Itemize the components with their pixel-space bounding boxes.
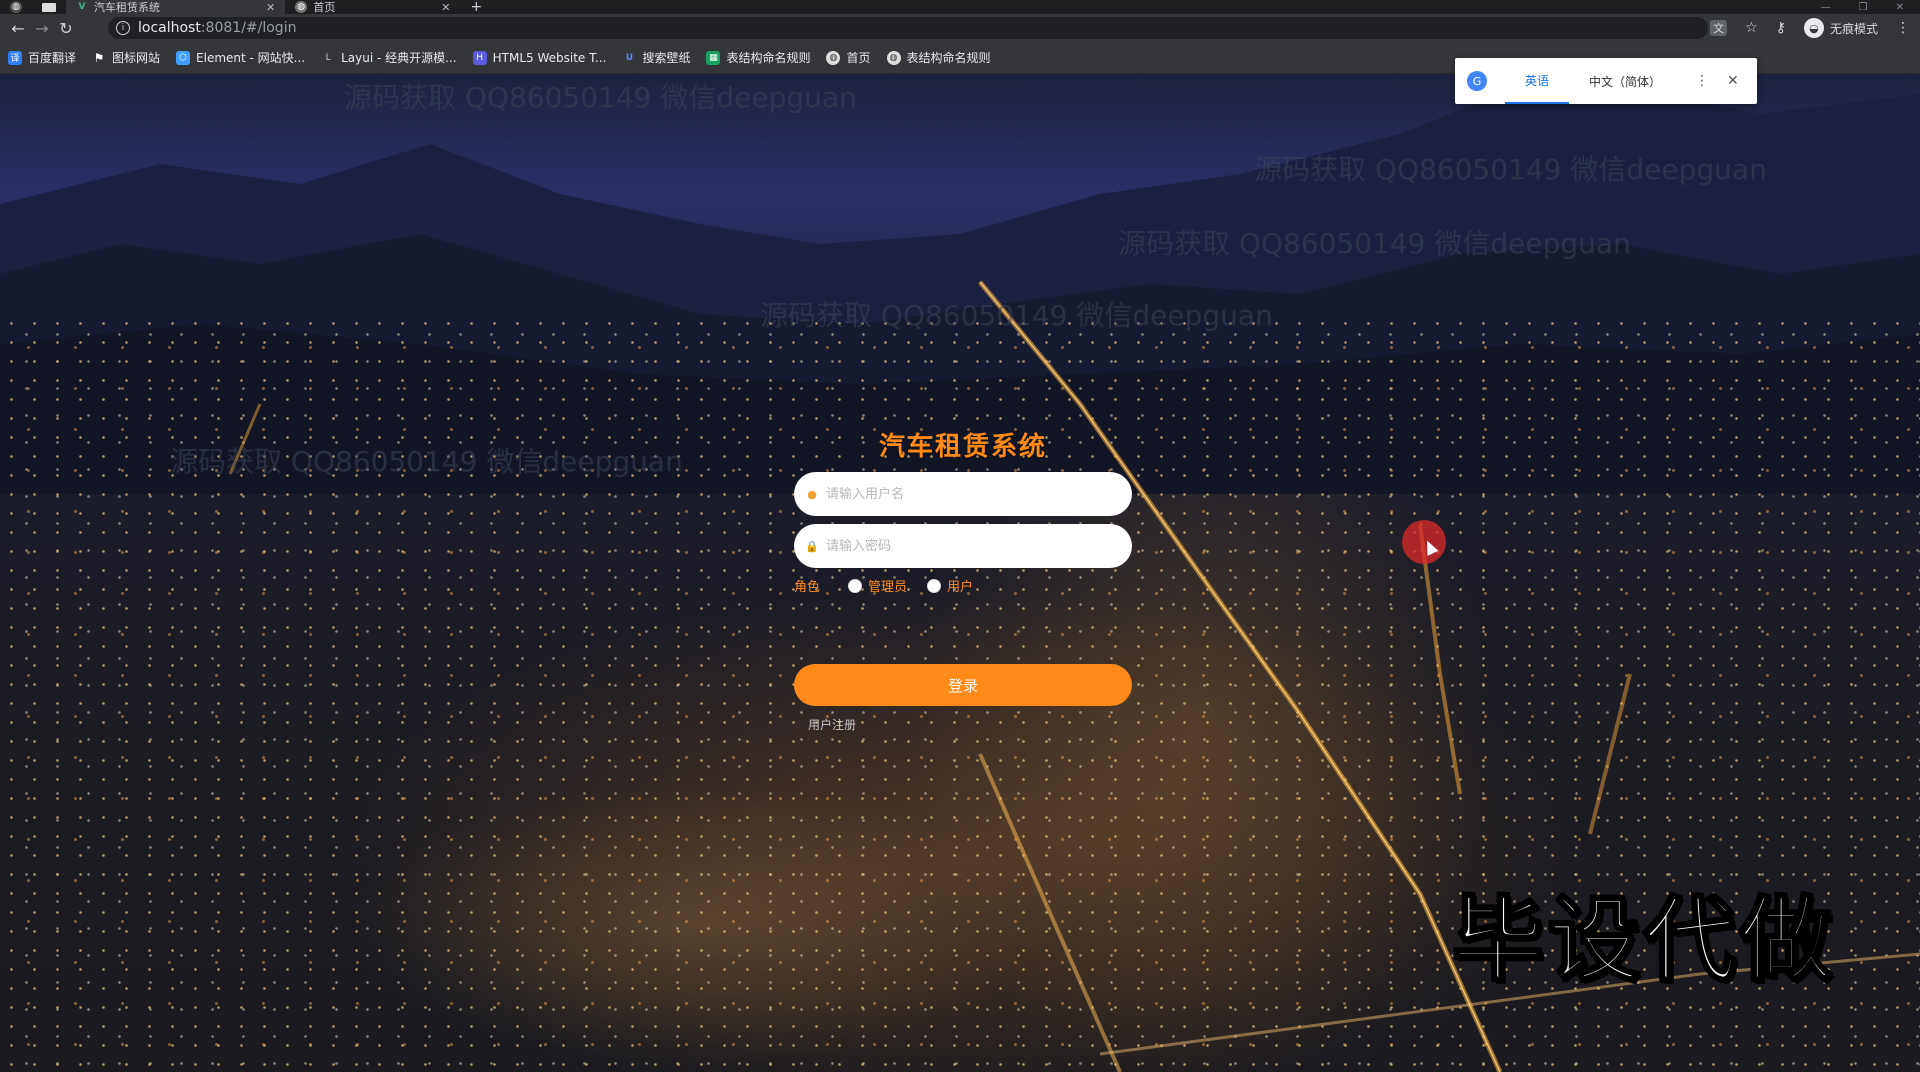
url-host: localhost [138, 20, 201, 36]
globe-icon: ◍ [295, 1, 308, 13]
key-icon[interactable]: ⚷ [1776, 20, 1786, 36]
element-logo-icon: ⬡ [176, 50, 191, 65]
radio-circle[interactable] [848, 578, 863, 593]
wallpaper-logo-icon: U [625, 52, 634, 63]
watermark: 源码获取 QQ86050149 微信deepguan [760, 299, 1273, 332]
bookmark-star-icon[interactable]: ☆ [1745, 20, 1758, 36]
tab-strip: ◍ V 汽车租赁系统 ✕ ◍ 首页 ✕ + — ❐ ✕ [0, 0, 1920, 15]
vue-logo-icon: V [78, 2, 86, 12]
login-page: 源码获取 QQ86050149 微信deepguan 源码获取 QQ860501… [0, 74, 1920, 1072]
tab-home[interactable]: ◍ 首页 ✕ [285, 0, 460, 14]
translate-close-icon[interactable]: ✕ [1727, 73, 1739, 89]
translate-option-chinese[interactable]: 中文（简体） [1569, 58, 1681, 104]
tab-overview[interactable] [32, 0, 66, 14]
watermark: 源码获取 QQ86050149 微信deepguan [1118, 227, 1631, 260]
window-icon [42, 2, 56, 12]
watermark: 源码获取 QQ86050149 微信deepguan [344, 81, 857, 114]
system-title: 汽车租赁系统 [878, 432, 1047, 462]
site-info-icon[interactable]: i [116, 21, 130, 35]
password-field[interactable]: 🔒 [794, 524, 1132, 568]
tab-title: 汽车租赁系统 [94, 1, 160, 14]
role-option-label: 管理员 [868, 580, 908, 595]
url-path: :8081/#/login [200, 20, 297, 36]
bookmark-item[interactable]: ◍ 表结构命名规则 [886, 49, 991, 66]
login-button[interactable]: 登录 [794, 664, 1132, 706]
close-window-icon[interactable]: ✕ [1896, 2, 1904, 13]
new-tab-button[interactable]: + [460, 0, 492, 15]
user-icon: ● [807, 487, 817, 501]
back-icon[interactable]: ← [6, 19, 30, 38]
bookmark-item[interactable]: ⚑ 图标网站 [92, 49, 160, 66]
promo-overlay: 毕设代做 [1450, 886, 1837, 996]
reload-icon[interactable]: ↻ [54, 19, 78, 38]
translate-icon[interactable]: 文 [1710, 20, 1728, 36]
bookmark-item[interactable]: U 搜索壁纸 [622, 49, 691, 66]
window-controls: — ❐ ✕ [1821, 0, 1920, 14]
translate-more-icon[interactable]: ⋮ [1695, 73, 1709, 89]
sheet-icon: ▦ [706, 50, 721, 65]
role-option-label: 用户 [947, 580, 974, 595]
browser-toolbar: ← → ↻ i localhost:8081/#/login 文 ☆ ⚷ ◒ 无… [0, 14, 1920, 42]
translate-option-english[interactable]: 英语 [1505, 58, 1570, 104]
html5-logo-icon: H [472, 50, 487, 65]
bookmark-item[interactable]: ▦ 表结构命名规则 [706, 49, 810, 66]
globe-icon: ◍ [886, 50, 901, 65]
layui-logo-icon: L [325, 52, 331, 63]
bookmark-item[interactable]: ⬡ Element - 网站快... [176, 49, 305, 66]
incognito-label: 无痕模式 [1829, 21, 1878, 36]
username-input[interactable] [826, 486, 1116, 502]
google-translate-icon: G [1467, 71, 1487, 91]
baidu-translate-icon: 译 [8, 50, 22, 65]
minimize-icon[interactable]: — [1821, 2, 1831, 13]
translate-popup: G 英语 中文（简体） ⋮ ✕ [1455, 58, 1757, 104]
register-link[interactable]: 用户注册 [808, 716, 856, 733]
bookmark-item[interactable]: ◍ 首页 [826, 49, 871, 66]
globe-icon: ◍ [826, 50, 841, 65]
role-radio-user[interactable]: 用户 [927, 576, 973, 595]
password-input[interactable] [826, 538, 1116, 554]
incognito-icon: ◒ [1803, 18, 1824, 38]
tab-menu[interactable]: ◍ [0, 0, 32, 14]
bookmark-item[interactable]: H HTML5 Website T... [472, 50, 606, 65]
role-selector: 角色 管理员 用户 [794, 576, 993, 595]
close-tab-icon[interactable]: ✕ [266, 1, 275, 14]
username-field[interactable]: ● [794, 472, 1132, 516]
flag-icon: ⚑ [93, 50, 105, 65]
role-radio-admin[interactable]: 管理员 [848, 576, 907, 595]
tab-car-rental[interactable]: V 汽车租赁系统 ✕ [66, 0, 286, 14]
watermark: 源码获取 QQ86050149 微信deepguan [170, 445, 683, 478]
bookmark-item[interactable]: L Layui - 经典开源模... [321, 49, 457, 66]
watermark: 源码获取 QQ86050149 微信deepguan [1254, 153, 1767, 186]
restore-icon[interactable]: ❐ [1859, 2, 1868, 13]
incognito-indicator[interactable]: ◒ 无痕模式 [1803, 18, 1878, 38]
radio-circle[interactable] [927, 578, 942, 593]
close-tab-icon[interactable]: ✕ [441, 1, 450, 14]
address-bar[interactable]: i localhost:8081/#/login [108, 17, 1708, 39]
menu-kebab-icon[interactable]: ⋮ [1896, 20, 1910, 36]
lock-icon: 🔒 [805, 539, 819, 553]
browser-logo-icon: ◍ [10, 1, 22, 13]
bookmark-item[interactable]: 译百度翻译 [8, 49, 76, 66]
role-label: 角色 [794, 580, 821, 595]
forward-icon[interactable]: → [30, 19, 54, 38]
toolbar-actions: 文 ☆ ⚷ ◒ 无痕模式 ⋮ [1710, 17, 1910, 39]
tab-title: 首页 [313, 1, 336, 14]
